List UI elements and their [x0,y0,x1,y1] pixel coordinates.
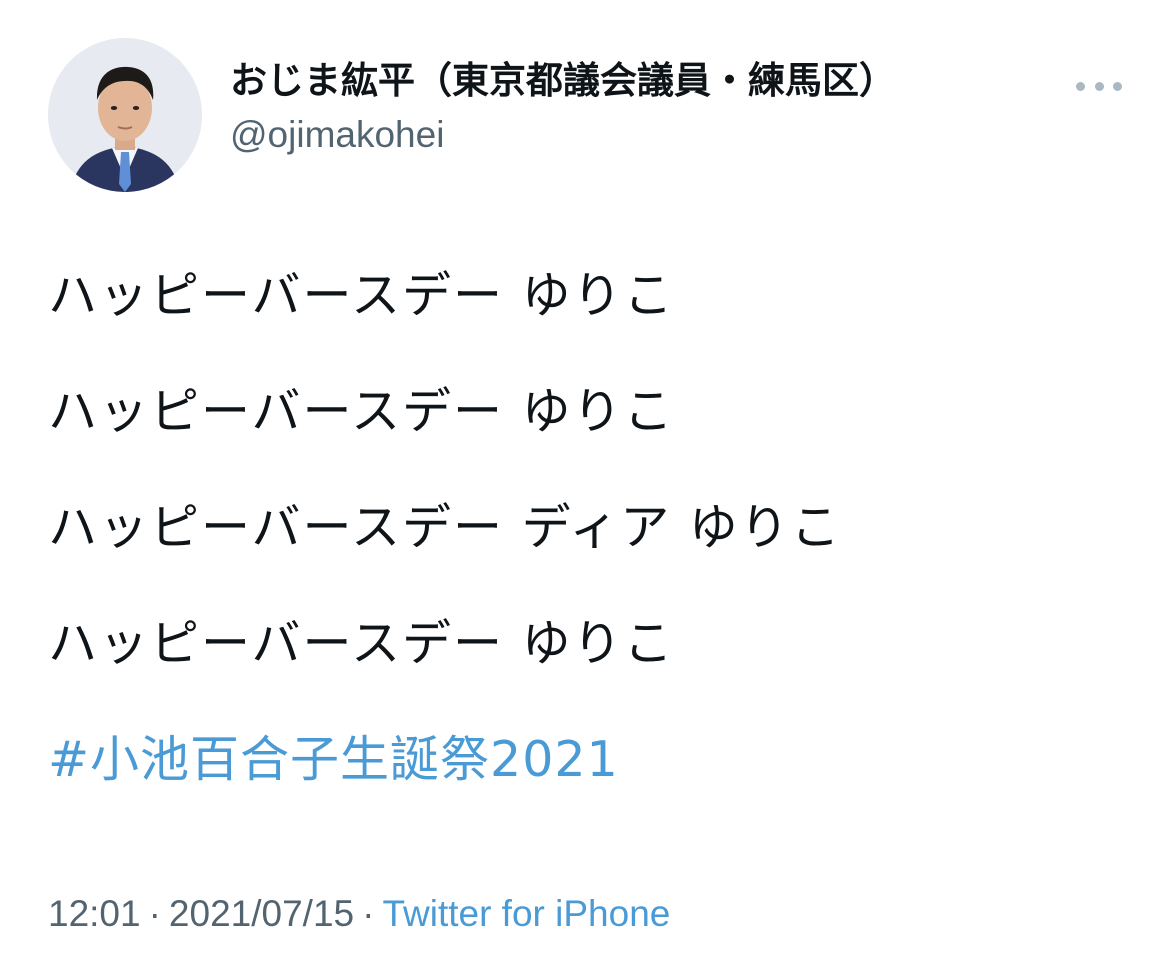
more-dots-icon [1094,81,1104,91]
hashtag-link[interactable]: #小池百合子生誕祭2021 [48,726,1128,794]
tweet-header: おじま紘平（東京都議会議員・練馬区） @ojimakohei [48,38,1122,194]
more-dots-icon [1076,81,1085,91]
avatar[interactable] [48,38,202,192]
more-options-button[interactable] [1076,74,1122,98]
tweet-time[interactable]: 12:01 [48,893,141,934]
tweet-metadata: 12:01 · 2021/07/15 · Twitter for iPhone [48,888,670,940]
tweet-line: ハッピーバースデー ディア ゆりこ [48,499,842,556]
tweet-line: ハッピーバースデー ゆりこ [48,615,675,672]
tweet-line: ハッピーバースデー ゆりこ [48,267,675,324]
avatar-photo [48,38,202,192]
author-display-name[interactable]: おじま紘平（東京都議会議員・練馬区） [230,56,896,106]
separator-dot: · [148,893,161,934]
tweet-date[interactable]: 2021/07/15 [169,893,354,934]
tweet-card: おじま紘平（東京都議会議員・練馬区） @ojimakohei ハッピーバースデー… [0,0,1170,968]
author-info: おじま紘平（東京都議会議員・練馬区） @ojimakohei [230,56,896,160]
source-link[interactable]: Twitter for iPhone [382,893,670,934]
separator-dot: · [362,893,375,934]
author-handle[interactable]: @ojimakohei [230,110,896,160]
more-dots-icon [1113,81,1122,91]
tweet-text: ハッピーバースデー ゆりこ ハッピーバースデー ゆりこ ハッピーバースデー ディ… [48,262,1128,794]
tweet-line: ハッピーバースデー ゆりこ [48,383,675,440]
